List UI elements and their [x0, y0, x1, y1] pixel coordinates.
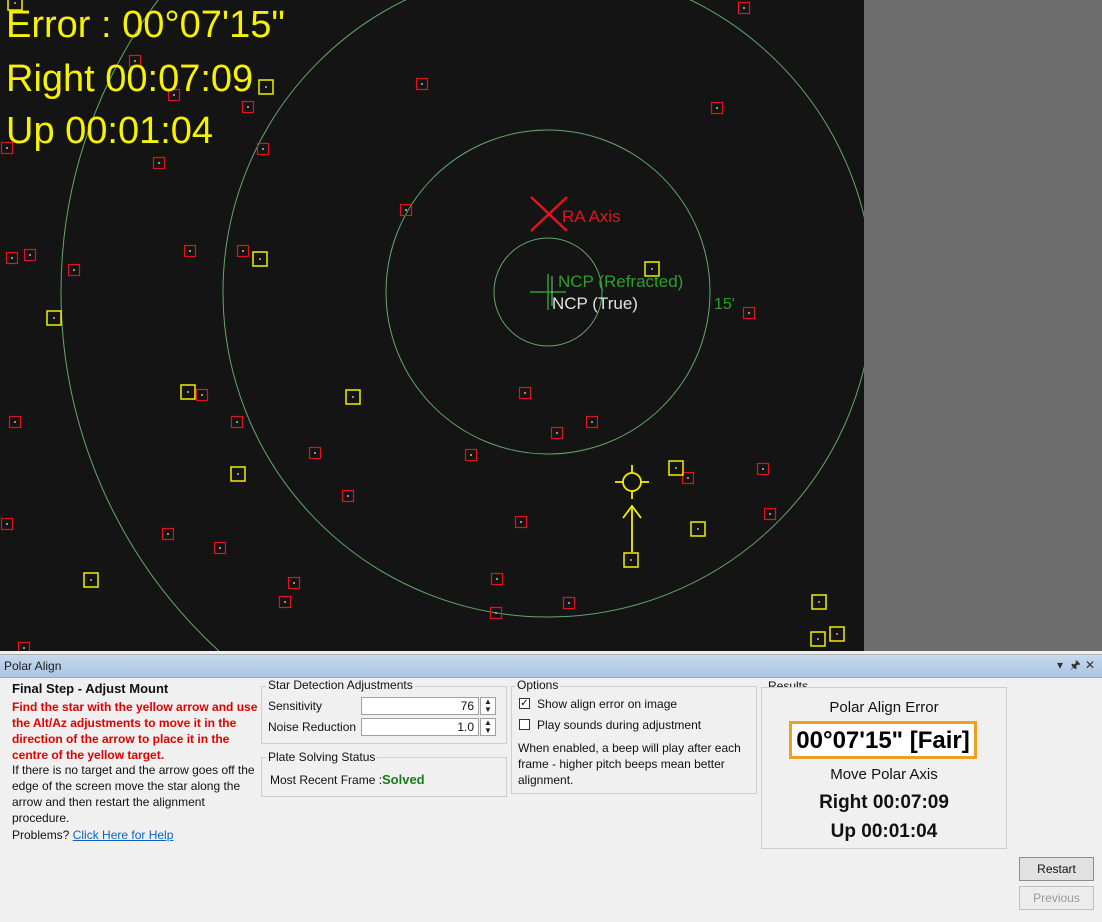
help-line: Problems? Click Here for Help [12, 828, 173, 842]
sky-image[interactable]: RA Axis NCP (Refracted) NCP (True) 15' E… [0, 0, 864, 651]
star-dot [11, 257, 13, 259]
ra-axis-label: RA Axis [562, 207, 621, 226]
star-dot [347, 495, 349, 497]
star-dot [187, 391, 189, 393]
polar-align-error-value: 00°07'15" [Fair] [789, 721, 977, 759]
star-dot [293, 582, 295, 584]
ring-15-label: 15' [714, 296, 735, 313]
target-marker [615, 465, 649, 499]
star-dot [237, 473, 239, 475]
star-dot [284, 601, 286, 603]
error-heading: Polar Align Error [829, 699, 939, 716]
move-heading: Move Polar Axis [830, 766, 938, 783]
move-right: Right 00:07:09 [819, 792, 949, 813]
star-dot [748, 312, 750, 314]
star-dot [743, 7, 745, 9]
star-dot [14, 421, 16, 423]
step-warning: Find the star with the yellow arrow and … [12, 700, 258, 762]
sensitivity-stepper[interactable]: ▲ ▼ [480, 697, 496, 715]
restart-button[interactable]: Restart [1019, 857, 1094, 881]
star-dot [219, 547, 221, 549]
red-star-box [17, 641, 31, 651]
star-dot [591, 421, 593, 423]
star-dot [556, 432, 558, 434]
star-dot [314, 452, 316, 454]
show-error-checkbox[interactable]: ✓ [519, 698, 530, 709]
move-arrow [622, 504, 642, 552]
star-dot [836, 633, 838, 635]
overlay-up: Up 00:01:04 [6, 110, 214, 152]
star-dot [697, 528, 699, 530]
star-dot [495, 612, 497, 614]
star-dot [524, 392, 526, 394]
play-sounds-label[interactable]: Play sounds during adjustment [537, 718, 701, 732]
star-dot [265, 86, 267, 88]
star-dot [6, 523, 8, 525]
star-dot [769, 513, 771, 515]
star-dot [568, 602, 570, 604]
star-dot [73, 269, 75, 271]
image-viewer[interactable]: RA Axis NCP (Refracted) NCP (True) 15' E… [0, 0, 1102, 651]
star-dot [158, 162, 160, 164]
star-dot [352, 396, 354, 398]
frame-label: Most Recent Frame : [270, 773, 383, 787]
dropdown-icon[interactable]: ▾ [1053, 658, 1067, 673]
panel-title: Polar Align [4, 659, 62, 673]
step-info: If there is no target and the arrow goes… [12, 763, 255, 825]
overlay-right: Right 00:07:09 [6, 58, 254, 100]
panel-titlebar: Polar Align ▾ 🖈 ✕ [0, 655, 1102, 678]
star-dot [520, 521, 522, 523]
star-dot [817, 638, 819, 640]
step-title: Final Step - Adjust Mount [12, 681, 169, 696]
star-dot [405, 209, 407, 211]
star-dot [259, 258, 261, 260]
ncp-refracted-label: NCP (Refracted) [558, 272, 683, 291]
noise-label: Noise Reduction [268, 720, 357, 734]
down-icon[interactable]: ▼ [481, 706, 495, 714]
plate-solving-title: Plate Solving Status [266, 750, 378, 764]
options-title: Options [515, 678, 561, 692]
star-dot [167, 533, 169, 535]
star-dot [189, 250, 191, 252]
show-error-label[interactable]: Show align error on image [537, 697, 677, 711]
star-detection-title: Star Detection Adjustments [266, 678, 415, 692]
star-dot [262, 148, 264, 150]
star-dot [29, 254, 31, 256]
help-link[interactable]: Click Here for Help [73, 828, 174, 842]
star-dot [496, 578, 498, 580]
frame-status: Solved [382, 772, 425, 787]
sensitivity-label: Sensitivity [268, 699, 323, 713]
down-icon[interactable]: ▼ [481, 727, 495, 735]
move-up: Up 00:01:04 [830, 821, 938, 842]
star-dot [247, 106, 249, 108]
pin-icon[interactable]: 🖈 [1068, 658, 1082, 673]
star-dot [53, 317, 55, 319]
star-dot [242, 250, 244, 252]
options-note: When enabled, a beep will play after eac… [518, 741, 741, 787]
star-dot [421, 83, 423, 85]
star-dot [201, 394, 203, 396]
ring-30 [222, 0, 864, 618]
problems-label: Problems? [12, 828, 70, 842]
close-icon[interactable]: ✕ [1083, 658, 1097, 673]
star-dot [687, 477, 689, 479]
star-dot [470, 454, 472, 456]
ncp-true-label: NCP (True) [552, 294, 638, 313]
star-dot [651, 268, 653, 270]
star-dot [23, 647, 25, 649]
star-dot [762, 468, 764, 470]
overlay-error: Error : 00°07'15" [6, 4, 285, 46]
noise-stepper[interactable]: ▲ ▼ [480, 718, 496, 736]
star-dot [630, 559, 632, 561]
star-dot [236, 421, 238, 423]
star-dot [90, 579, 92, 581]
play-sounds-checkbox[interactable] [519, 719, 530, 730]
star-dot [716, 107, 718, 109]
noise-input[interactable]: 1.0 [361, 718, 479, 736]
star-dot [675, 467, 677, 469]
sensitivity-input[interactable]: 76 [361, 697, 479, 715]
star-dot [818, 601, 820, 603]
previous-button[interactable]: Previous [1019, 886, 1094, 910]
